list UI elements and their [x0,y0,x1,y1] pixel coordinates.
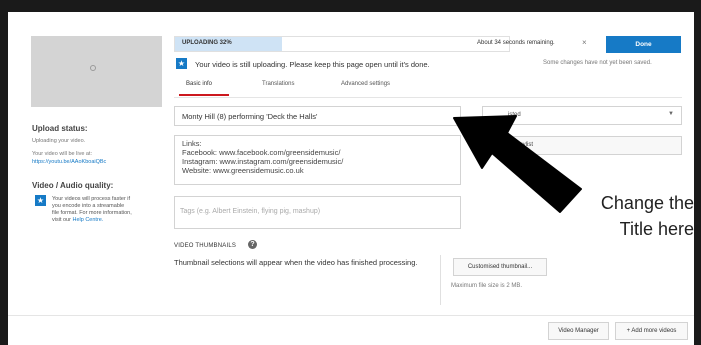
annotation-text: Change the Title here [560,190,694,242]
annotation-line-1: Change the [600,193,694,213]
annotation-line-2: Title here [619,219,694,239]
annotation-arrow [453,115,582,213]
upload-page: Upload status: Uploading your video. You… [8,12,694,345]
